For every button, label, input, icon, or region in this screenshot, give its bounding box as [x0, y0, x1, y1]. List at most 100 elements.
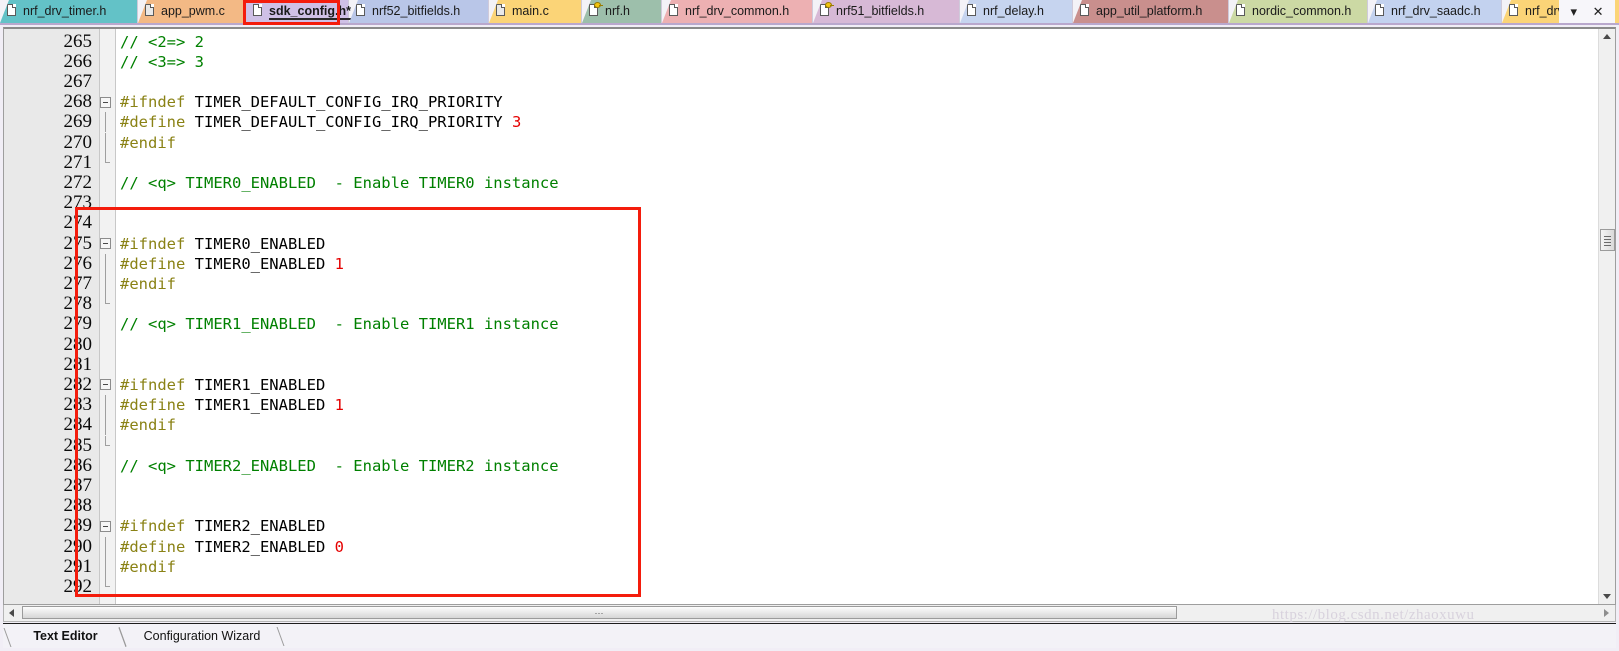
document-tab-sdk-config-h-[interactable]: sdk_config.h*: [246, 0, 351, 23]
horizontal-scrollbar-thumb[interactable]: ⋯: [22, 606, 1177, 619]
code-line[interactable]: 291 #endif: [4, 556, 1615, 577]
horizontal-scrollbar[interactable]: ⋯: [3, 605, 1616, 622]
code-token-pre: #endif: [120, 416, 176, 435]
scroll-up-arrow-icon[interactable]: [1603, 34, 1611, 39]
code-line[interactable]: 287: [4, 475, 1615, 496]
code-line[interactable]: 265 // <2=> 2: [4, 31, 1615, 52]
document-tab-app-pwm-c[interactable]: app_pwm.c: [138, 0, 246, 23]
code-line[interactable]: 288: [4, 495, 1615, 516]
code-token-id: TIMER2_ENABLED: [194, 517, 326, 536]
document-tab-nordic-common-h[interactable]: nordic_common.h: [1229, 0, 1368, 23]
document-tab-label: nrf52_bitfields.h: [372, 4, 461, 18]
code-line[interactable]: 281: [4, 353, 1615, 375]
key-badge-icon: [825, 2, 834, 8]
fold-collapse-icon[interactable]: [100, 96, 111, 108]
code-text: // <q> TIMER1_ENABLED - Enable TIMER1 in…: [120, 314, 559, 334]
file-icon: [1375, 4, 1386, 17]
code-line[interactable]: 286 // <q> TIMER2_ENABLED - Enable TIMER2…: [4, 454, 1615, 476]
fold-collapse-icon[interactable]: [100, 238, 111, 249]
line-number: 281: [63, 353, 93, 375]
vertical-scrollbar[interactable]: [1598, 29, 1615, 604]
code-line[interactable]: 270 #endif: [4, 132, 1615, 153]
document-tab-nrf-drv-timer-h[interactable]: nrf_drv_timer.h: [0, 0, 138, 23]
code-line[interactable]: 290 #define TIMER2_ENABLED 0: [4, 535, 1615, 557]
fold-guide-end: [105, 576, 110, 587]
chevron-down-icon[interactable]: ▾: [1570, 0, 1577, 23]
code-line[interactable]: 268 #ifndef TIMER_DEFAULT_CONFIG_IRQ_PRIO…: [4, 91, 1615, 112]
code-line[interactable]: 277 #endif: [4, 272, 1615, 295]
file-dirty-icon: [496, 4, 507, 17]
code-text-area[interactable]: 265 // <2=> 2 266 // <3=> 3 267 268 #ifndef TI…: [4, 29, 1615, 604]
code-text: #ifndef TIMER1_ENABLED: [120, 375, 325, 395]
code-text: #define TIMER1_ENABLED 1: [120, 395, 344, 415]
document-tab-app-util-platform-h[interactable]: app_util_platform.h: [1073, 0, 1229, 23]
document-tab-label: nrf.h: [605, 4, 631, 18]
line-number: 277: [63, 272, 93, 294]
document-tab-label: main.c: [512, 4, 549, 18]
code-token-pre: #ifndef: [120, 93, 195, 112]
view-tab-text-editor[interactable]: Text Editor: [3, 625, 127, 647]
line-number: 284: [63, 414, 93, 436]
document-tab-nrf-drv-saadc-h[interactable]: nrf_drv_saadc.h: [1368, 0, 1502, 23]
line-number: 286: [63, 454, 93, 476]
code-line[interactable]: 274: [4, 213, 1615, 233]
fold-guide-line: [105, 415, 106, 436]
code-line[interactable]: 278: [4, 293, 1615, 314]
code-token-pre: #define: [120, 113, 195, 132]
fold-guide-line: [105, 112, 106, 133]
line-number: 290: [63, 535, 93, 557]
line-number: 282: [63, 373, 93, 395]
close-icon[interactable]: ✕: [1593, 0, 1604, 23]
file-key-icon: [589, 2, 603, 17]
code-line[interactable]: 275 #ifndef TIMER0_ENABLED: [4, 233, 1615, 254]
code-line[interactable]: 284 #endif: [4, 414, 1615, 436]
code-text: // <2=> 2: [120, 32, 204, 52]
document-tab-main-c[interactable]: main.c: [489, 0, 582, 23]
code-line[interactable]: 285: [4, 434, 1615, 456]
code-line[interactable]: 273: [4, 192, 1615, 213]
code-text: #ifndef TIMER_DEFAULT_CONFIG_IRQ_PRIORIT…: [120, 92, 503, 112]
code-line[interactable]: 280: [4, 334, 1615, 355]
fold-guide-line: [105, 253, 106, 274]
scroll-right-arrow-icon[interactable]: [1604, 609, 1609, 617]
fold-guide-line: [105, 132, 106, 153]
document-tab-label: nrf51_bitfields.h: [836, 4, 925, 18]
document-tab-label: app_util_platform.h: [1096, 4, 1203, 18]
code-line[interactable]: 272 // <q> TIMER0_ENABLED - Enable TIMER0…: [4, 171, 1615, 193]
scroll-left-arrow-icon[interactable]: [9, 609, 14, 617]
fold-collapse-icon[interactable]: [100, 520, 111, 532]
vertical-scrollbar-thumb[interactable]: [1600, 229, 1615, 251]
document-tab-label: app_pwm.c: [161, 4, 225, 18]
code-line[interactable]: 282 #ifndef TIMER1_ENABLED: [4, 373, 1615, 395]
file-icon: [669, 4, 680, 17]
code-line[interactable]: 283 #define TIMER1_ENABLED 1: [4, 394, 1615, 416]
document-tab-nrf-h[interactable]: nrf.h: [582, 0, 662, 23]
document-tab-nrf-delay-h[interactable]: nrf_delay.h: [960, 0, 1073, 23]
code-line[interactable]: 289 #ifndef TIMER2_ENABLED: [4, 516, 1615, 536]
fold-collapse-icon[interactable]: [100, 379, 111, 391]
code-line[interactable]: 271: [4, 152, 1615, 173]
code-token-com: // <q> TIMER1_ENABLED - Enable TIMER1 in…: [120, 315, 559, 334]
line-number: 272: [63, 171, 93, 193]
code-token-num: 0: [334, 537, 344, 556]
line-number: 285: [63, 434, 93, 456]
code-editor[interactable]: 265 // <2=> 2 266 // <3=> 3 267 268 #ifndef TI…: [3, 27, 1616, 605]
line-number: 279: [63, 313, 93, 335]
code-line[interactable]: 269 #define TIMER_DEFAULT_CONFIG_IRQ_PRIO…: [4, 112, 1615, 133]
code-line[interactable]: 266 // <3=> 3: [4, 51, 1615, 72]
document-tab-nrf52-bitfields-h[interactable]: nrf52_bitfields.h: [349, 0, 489, 23]
document-tab-label: nrf_drv_saadc.h: [1391, 4, 1481, 18]
document-tab-nrf-drv-common-h[interactable]: nrf_drv_common.h: [662, 0, 813, 23]
code-line[interactable]: 276 #define TIMER0_ENABLED 1: [4, 253, 1615, 274]
tab-strip-actions: ▾ ✕: [1559, 0, 1615, 23]
editor-view-tabs[interactable]: Text Editor Configuration Wizard: [3, 623, 1616, 648]
code-line[interactable]: 279 // <q> TIMER1_ENABLED - Enable TIMER1…: [4, 314, 1615, 334]
code-line[interactable]: 267: [4, 71, 1615, 92]
scroll-down-arrow-icon[interactable]: [1603, 594, 1611, 599]
view-tab-configuration-wizard[interactable]: Configuration Wizard: [118, 625, 285, 647]
document-tab-strip[interactable]: nrf_drv_timer.h app_pwm.c sdk_config.h* nrf…: [0, 0, 1619, 25]
code-text: #ifndef TIMER2_ENABLED: [120, 516, 325, 536]
code-line[interactable]: 292: [4, 576, 1615, 597]
document-tab-nrf51-bitfields-h[interactable]: nrf51_bitfields.h: [813, 0, 960, 23]
fold-guide-line: [105, 536, 106, 557]
